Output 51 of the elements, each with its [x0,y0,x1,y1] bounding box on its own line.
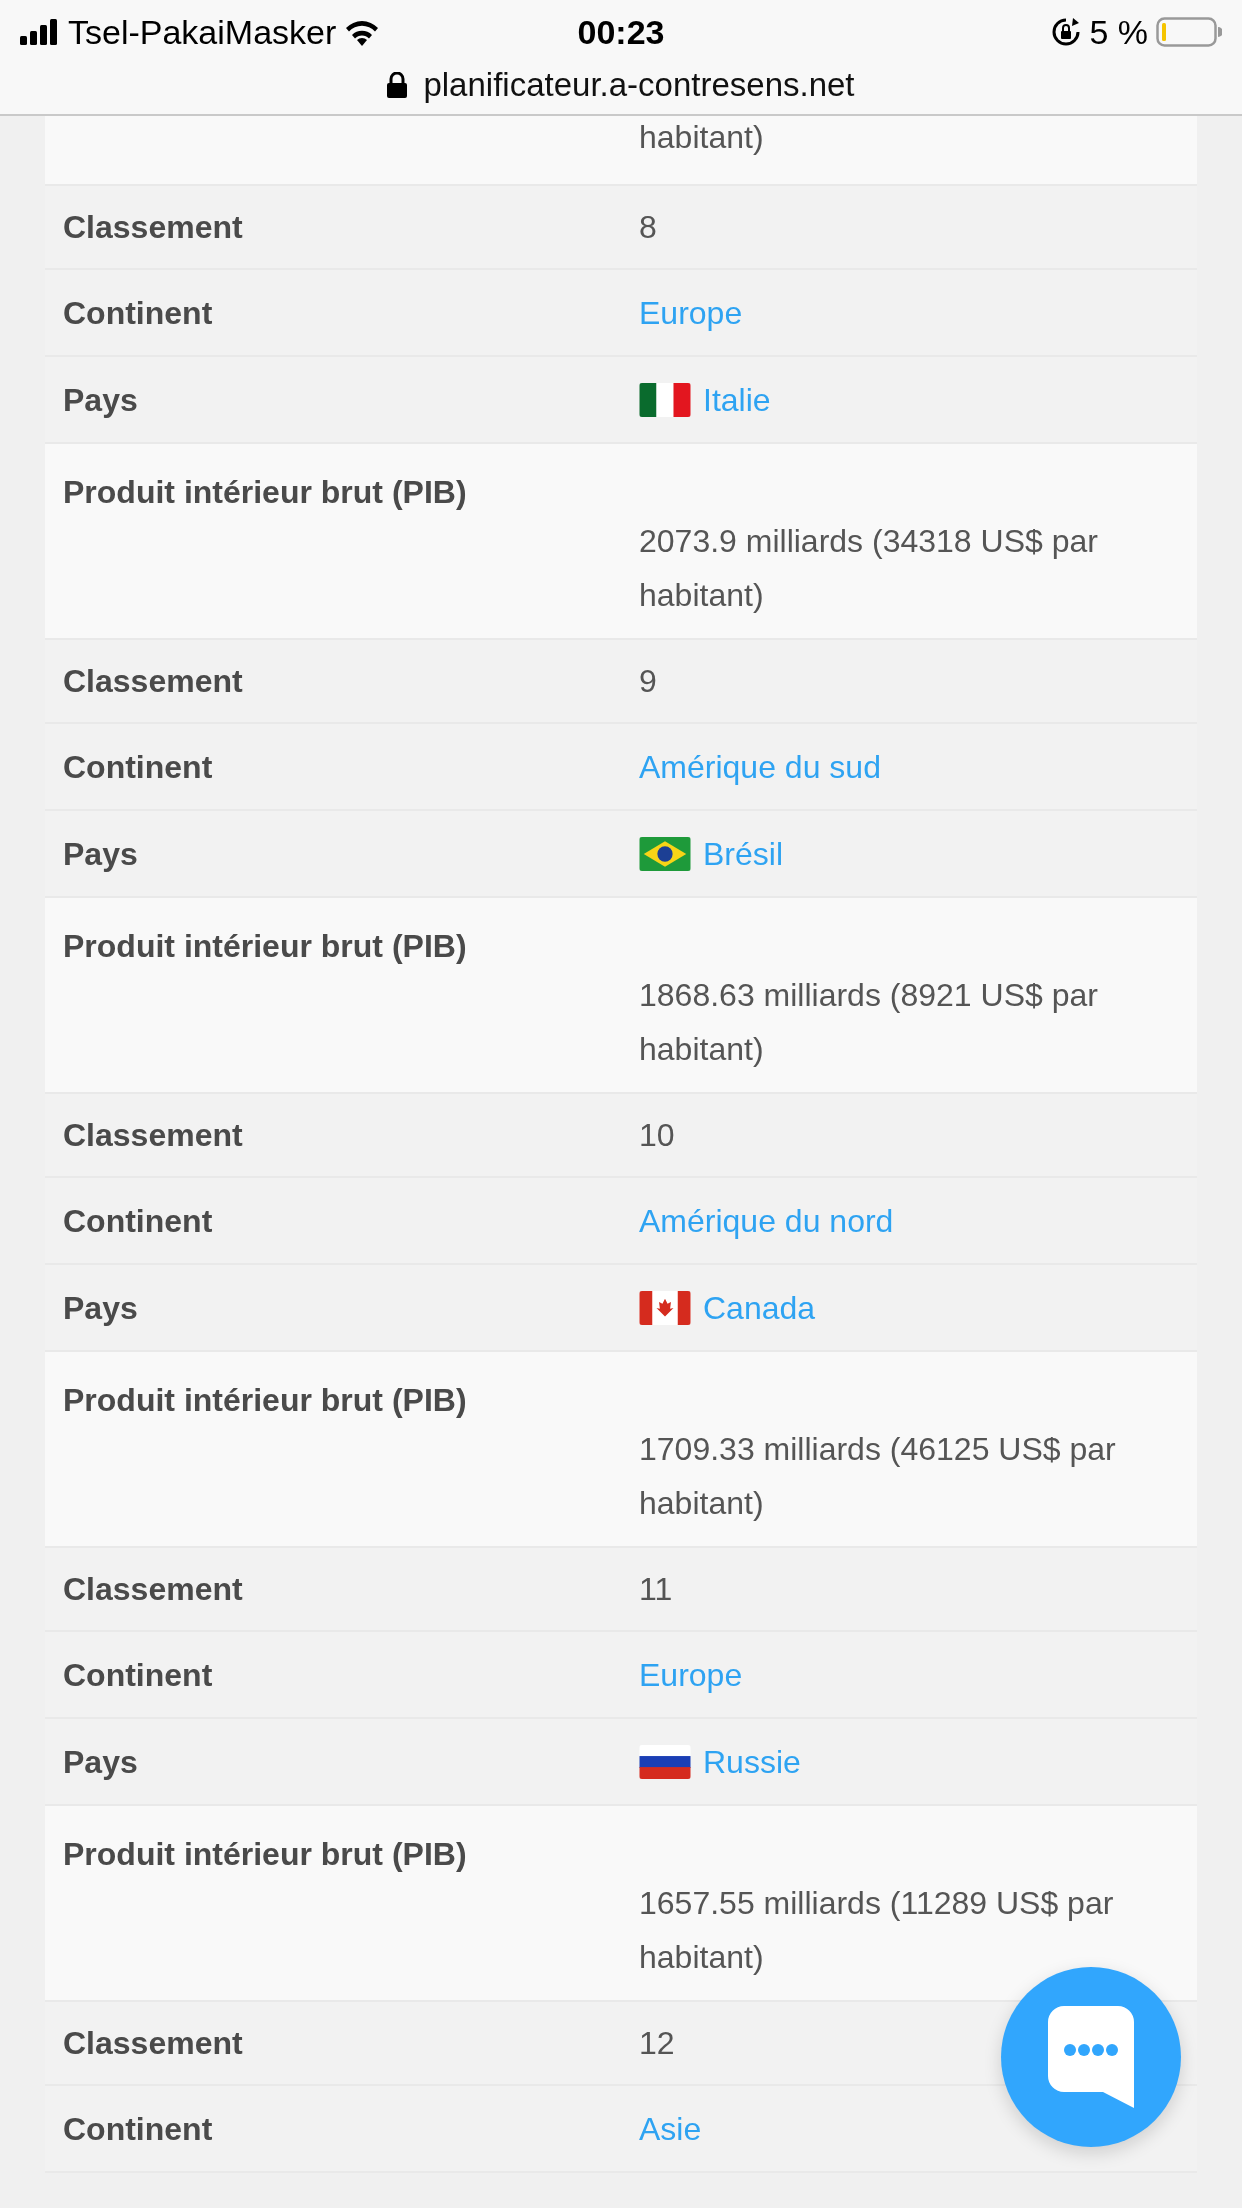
continent-link[interactable]: Amérique du sud [639,742,881,791]
field-label: Continent [63,747,213,787]
flag-icon [639,382,691,417]
field-label: Continent [63,293,213,333]
field-label: Produit intérieur brut (PIB) [63,1835,467,1874]
continent-link[interactable]: Europe [639,1650,743,1699]
country-link[interactable]: Italie [703,375,771,424]
field-label: Pays [63,1288,138,1328]
gdp-value: 1868.63 milliards (8921 US$ par habitant) [639,977,1098,1067]
rank-value: 8 [639,208,657,247]
lock-icon [387,71,408,98]
field-label: Classement [63,2024,243,2063]
gdp-value: 2073.9 milliards (34318 US$ par habitant) [639,523,1098,613]
field-label: Produit intérieur brut (PIB) [63,927,467,966]
rank-value: 12 [639,2024,675,2063]
field-label: Continent [63,1655,213,1695]
field-label: Pays [63,834,138,874]
flag-icon [639,1744,691,1779]
rank-value: 11 [639,1570,673,1609]
url-text[interactable]: planificateur.a-contresens.net [423,60,855,110]
battery-percent: 5 % [1089,11,1148,53]
continent-link[interactable]: Asie [639,2104,702,2153]
field-label: Produit intérieur brut (PIB) [63,473,467,512]
clock-time: 00:23 [577,11,665,53]
rotation-lock-icon [1051,17,1082,47]
field-label: Classement [63,1116,243,1155]
rank-value: 10 [639,1116,675,1155]
flag-icon [639,1290,691,1325]
rank-value: 9 [639,662,657,701]
field-label: Classement [63,1570,243,1609]
carrier-name: Tsel-PakaiMasker [68,11,337,53]
continent-link[interactable]: Amérique du nord [639,1196,894,1245]
flag-icon [639,836,691,871]
country-link[interactable]: Canada [703,1283,816,1332]
gdp-value: habitant) [639,119,764,155]
country-link[interactable]: Brésil [703,829,783,878]
continent-link[interactable]: Europe [639,288,743,337]
country-link[interactable]: Russie [703,1737,801,1786]
gdp-value: 1657.55 milliards (11289 US$ par habitant) [639,1885,1114,1975]
field-label: Continent [63,1201,213,1241]
chat-bubble-icon [1048,2006,1134,2108]
gdp-value: 1709.33 milliards (46125 US$ par habitant) [639,1431,1116,1521]
field-label: Continent [63,2109,213,2149]
field-label: Classement [63,208,243,247]
field-label: Pays [63,1742,138,1782]
battery-icon [1156,17,1222,47]
signal-icon [20,19,60,45]
wifi-icon [344,18,381,46]
field-label: Produit intérieur brut (PIB) [63,1381,467,1420]
field-label: Pays [63,380,138,420]
field-label: Classement [63,662,243,701]
